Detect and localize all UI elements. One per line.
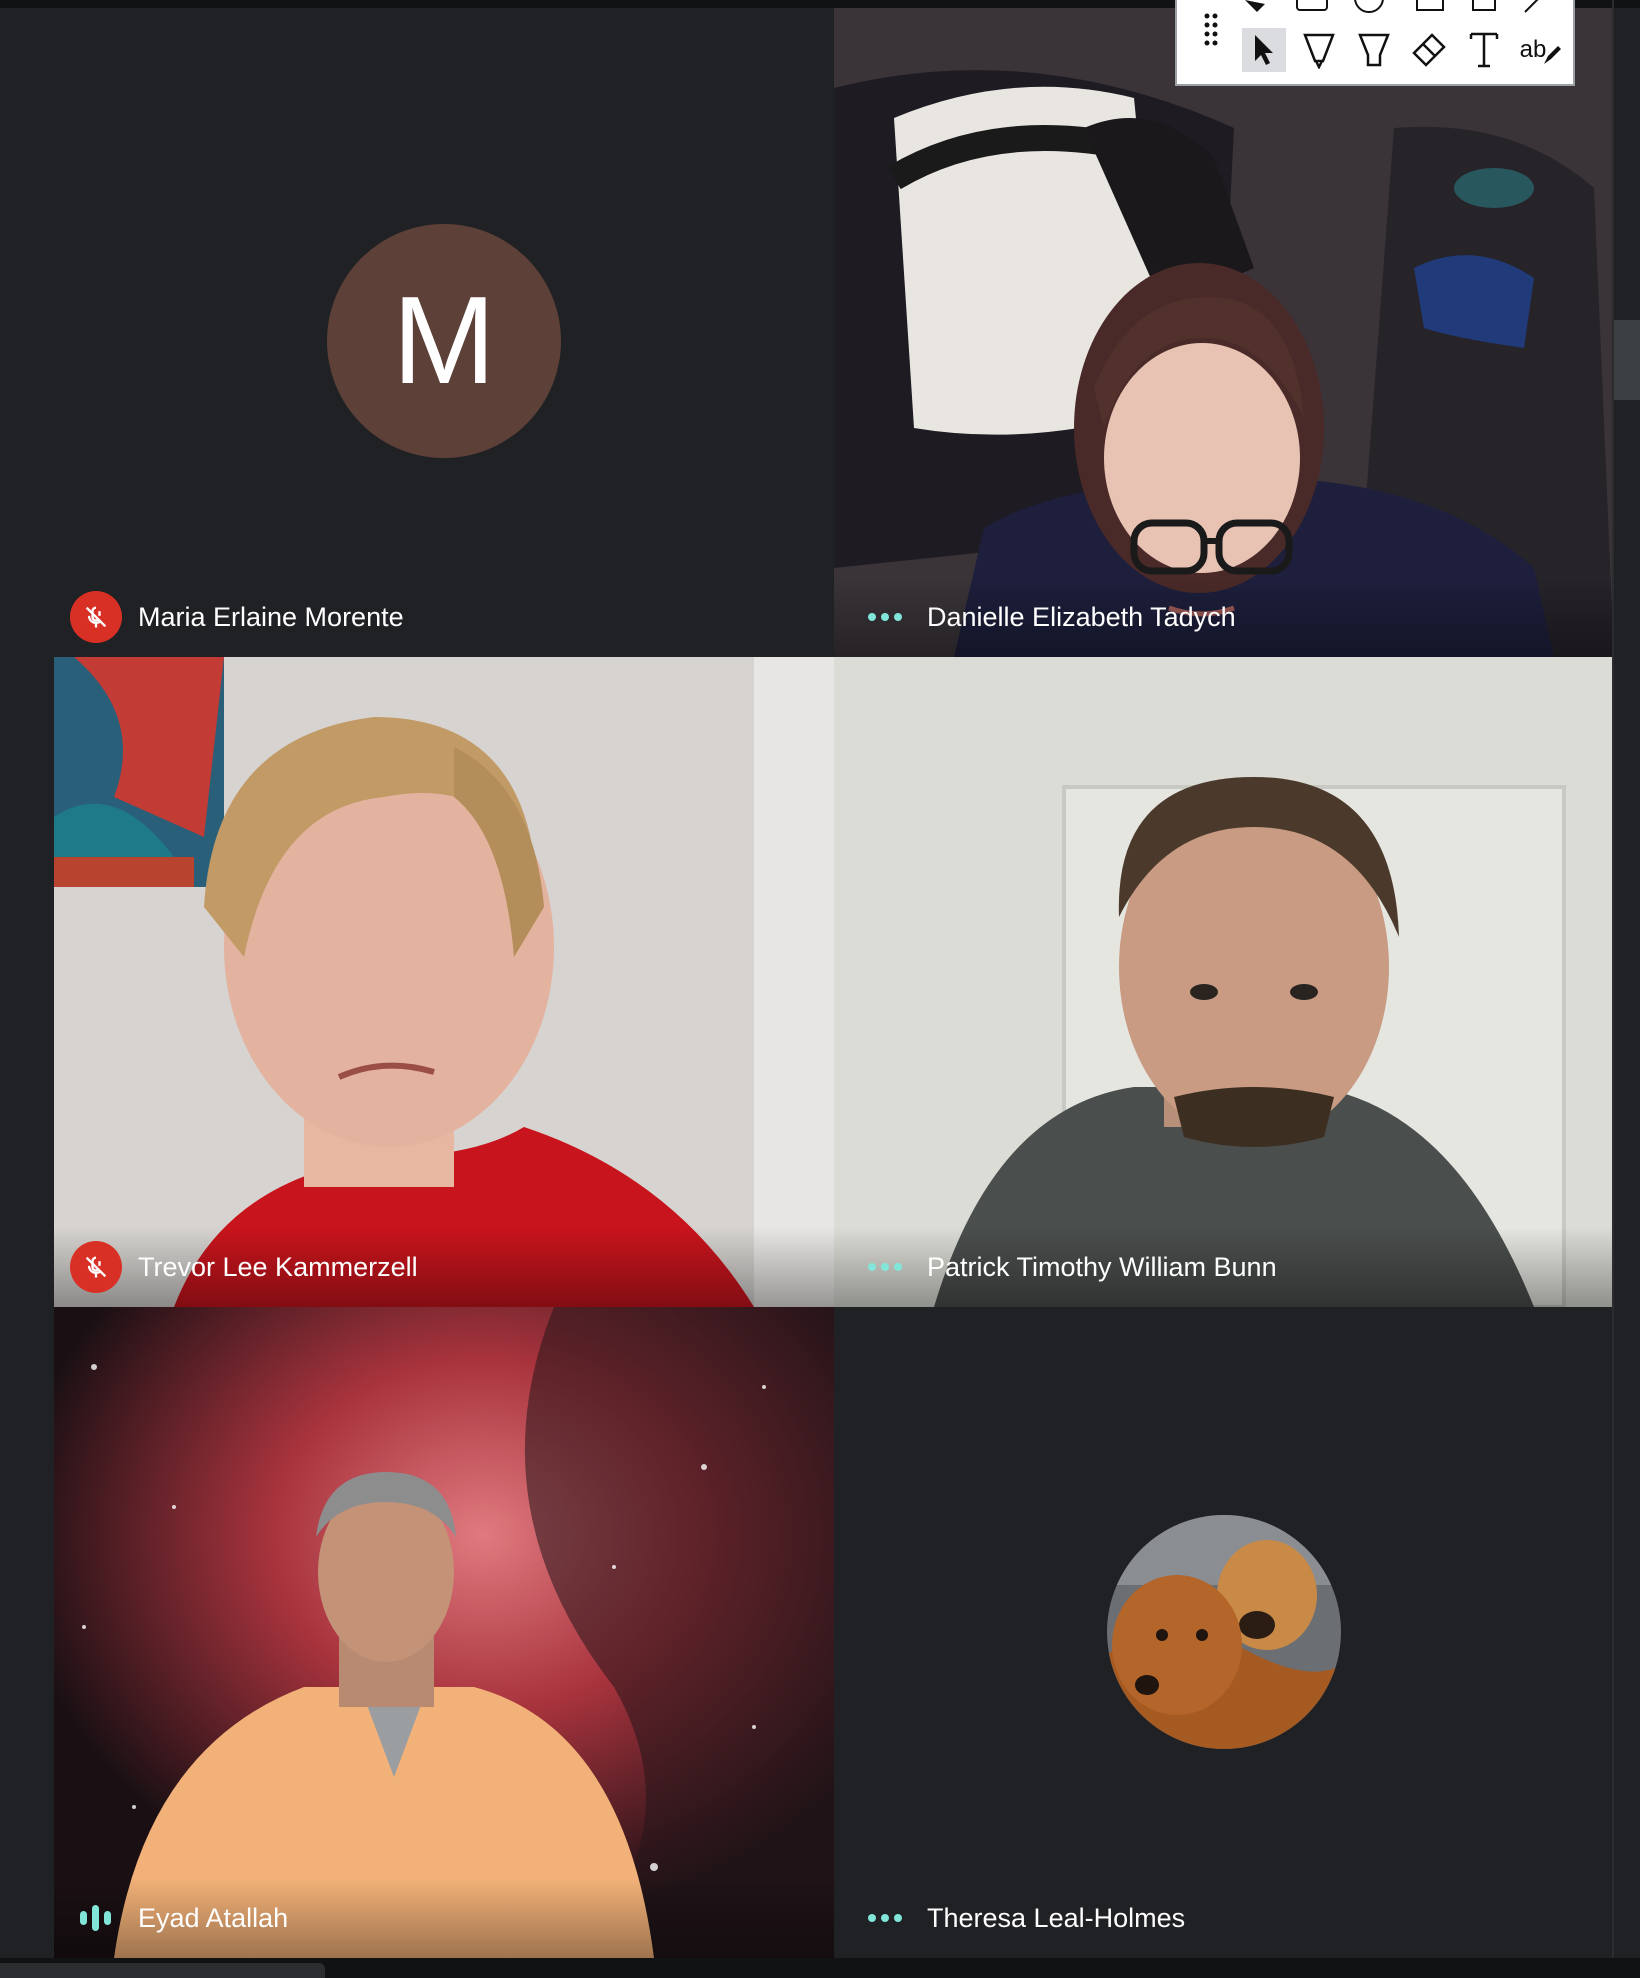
participant-avatar: M — [327, 224, 561, 458]
select-pointer-icon[interactable] — [1242, 28, 1286, 72]
participant-nameplate: Trevor Lee Kammerzell — [54, 1227, 834, 1307]
participant-nameplate: Danielle Elizabeth Tadych — [834, 577, 1614, 657]
participant-tile-maria[interactable]: M Maria Erlaine Morente — [0, 8, 834, 657]
participant-name: Theresa Leal-Holmes — [927, 1902, 1186, 1933]
participant-video — [54, 1307, 834, 1958]
mic-off-icon — [70, 591, 122, 643]
participant-nameplate: Patrick Timothy William Bunn — [834, 1227, 1614, 1307]
speaking-indicator-icon — [70, 1892, 122, 1944]
participant-video — [834, 8, 1614, 657]
more-options-icon[interactable] — [859, 1892, 911, 1944]
highlighter-icon[interactable] — [1297, 28, 1341, 72]
participant-nameplate: Eyad Atallah — [54, 1878, 834, 1958]
participant-name: Patrick Timothy William Bunn — [927, 1251, 1277, 1282]
text-tool-icon[interactable] — [1462, 28, 1506, 72]
scrollbar-thumb[interactable] — [1614, 320, 1640, 400]
participant-video — [834, 657, 1614, 1307]
participant-tile-danielle[interactable]: Danielle Elizabeth Tadych — [834, 8, 1614, 657]
participant-name: Danielle Elizabeth Tadych — [927, 601, 1236, 632]
more-options-icon[interactable] — [859, 591, 911, 643]
text-annotation-icon[interactable]: ab — [1515, 28, 1567, 72]
participant-nameplate: Theresa Leal-Holmes — [834, 1878, 1614, 1958]
annotation-toolbar: ab — [1175, 0, 1575, 86]
more-options-icon[interactable] — [859, 1241, 911, 1293]
participant-nameplate: Maria Erlaine Morente — [0, 577, 834, 657]
participant-name: Eyad Atallah — [138, 1902, 289, 1933]
participant-tile-trevor[interactable]: Trevor Lee Kammerzell — [54, 657, 834, 1307]
toolbar-top-row — [1177, 0, 1573, 16]
mic-off-icon — [70, 1241, 122, 1293]
eraser-icon[interactable] — [1407, 28, 1451, 72]
marker-icon[interactable] — [1352, 28, 1396, 72]
participant-name: Trevor Lee Kammerzell — [138, 1251, 418, 1282]
participant-tile-patrick[interactable]: Patrick Timothy William Bunn — [834, 657, 1614, 1307]
horizontal-scroll-handle[interactable] — [0, 1963, 325, 1978]
participant-video — [54, 657, 834, 1307]
drag-handle-icon[interactable] — [1199, 8, 1223, 52]
participant-avatar-photo — [1107, 1515, 1341, 1749]
participant-tile-eyad[interactable]: Eyad Atallah — [54, 1307, 834, 1958]
participant-name: Maria Erlaine Morente — [138, 601, 404, 632]
scrollbar-track[interactable] — [1612, 0, 1614, 1978]
